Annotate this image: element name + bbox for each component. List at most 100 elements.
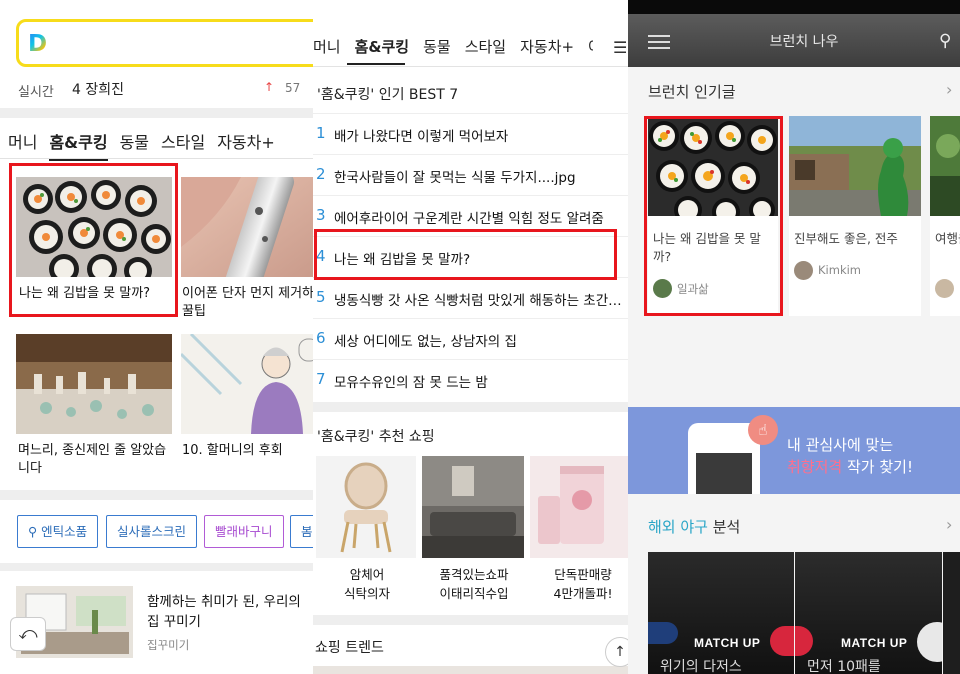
matchup-label: MATCH UP xyxy=(694,636,761,650)
article-caption[interactable]: 이어폰 단자 먼지 제거하는 꿀팁 xyxy=(182,285,313,321)
grandmother-illustration[interactable] xyxy=(181,334,313,434)
rank-number: 6 xyxy=(316,329,326,347)
highlight-box xyxy=(314,229,617,280)
banner-text-rest: 작가 찾기! xyxy=(842,458,913,476)
menu-icon[interactable]: ☰ xyxy=(613,38,627,57)
author-name: Kimkim xyxy=(818,263,861,277)
tab-underline-rule xyxy=(0,158,313,159)
curator-banner[interactable]: ☝ 내 관심사에 맞는 취향저격 작가 찾기! xyxy=(628,407,960,494)
ranking-item[interactable]: 2 한국사람들이 잘 못먹는 식물 두가지....jpg xyxy=(313,155,628,196)
chevron-right-icon[interactable]: › xyxy=(946,515,952,534)
tag-label: 봄 xyxy=(301,524,313,539)
brunch-card[interactable]: 진부해도 좋은, 전주 Kimkim xyxy=(789,116,921,316)
banner-highlight: 취향저격 xyxy=(787,458,843,476)
author-avatar xyxy=(935,279,954,298)
rank-title: 에어후라이어 구운계란 시간별 익힘 정도 알려줌 xyxy=(334,211,604,227)
product-caption[interactable]: 단독판매량 4만개돌파! xyxy=(531,565,628,603)
baseball-title: 먼저 10패를 xyxy=(807,659,881,674)
banner-text-line2: 취향저격 작가 찾기! xyxy=(787,456,913,477)
brunch-card[interactable]: 여행을 괜찮을 xyxy=(930,116,960,316)
jeonju-photo xyxy=(789,116,921,216)
tab-animals[interactable]: 동물 xyxy=(423,36,451,57)
trend-section-title: 쇼핑 트렌드 xyxy=(315,640,384,656)
ranking-item[interactable]: 5 냉동식빵 갓 사온 식빵처럼 맛있게 해동하는 초간단... xyxy=(313,278,628,319)
earphone-jack-photo[interactable] xyxy=(181,177,313,277)
category-tabs: 머니 홈&쿠킹 동물 스타일 자동차+ xyxy=(8,129,287,161)
baseball-card[interactable]: MATCH UP 먼저 10패를 xyxy=(795,552,942,674)
highlight-box xyxy=(644,116,783,316)
popular-section-title: 브런치 인기글 xyxy=(648,83,736,101)
tag-spring[interactable]: 봄 xyxy=(290,515,313,548)
ranking-item[interactable]: 6 세상 어디에도 없는, 상남자의 집 xyxy=(313,319,628,360)
article-caption[interactable]: 10. 할머니의 후회 xyxy=(182,442,313,460)
baseball-section-title: 해외 야구 분석 xyxy=(648,516,740,537)
travel-photo xyxy=(930,116,960,216)
sofa-product-image[interactable] xyxy=(422,456,524,558)
baseball-card[interactable]: MATCH UP 위기의 다저스 xyxy=(648,552,794,674)
tab-car[interactable]: 자동차+ xyxy=(217,129,275,153)
rank-title: 모유수유인의 잠 못 드는 밤 xyxy=(334,375,488,391)
daum-category-panel: 머니홈&쿠킹동물스타일자동차+여행 ☰ '홈&쿠킹' 인기 BEST 7 1배가… xyxy=(313,0,628,674)
armchair-product-image[interactable] xyxy=(316,456,416,558)
card-caption: 여행을 괜찮을 xyxy=(935,231,960,246)
realtime-count: 57 xyxy=(285,81,301,95)
rank-title: 냉동식빵 갓 사온 식빵처럼 맛있게 해동하는 초간단... xyxy=(334,293,626,309)
tag-laundry-basket[interactable]: 빨래바구니 xyxy=(204,515,284,548)
back-arrow-icon: ⤺ xyxy=(18,623,38,644)
search-bar[interactable]: D xyxy=(16,19,313,67)
product-name: 품격있는쇼파 xyxy=(439,567,509,582)
best-section-title: '홈&쿠킹' 인기 BEST 7 xyxy=(317,87,459,103)
section-divider xyxy=(0,490,313,500)
tag-roll-screen[interactable]: 실사롤스크린 xyxy=(106,515,198,548)
tab-money[interactable]: 머니 xyxy=(313,36,341,57)
section-divider xyxy=(313,615,628,625)
ranking-item[interactable]: 7 모유수유인의 잠 못 드는 밤 xyxy=(313,360,628,401)
search-icon: ⚲ xyxy=(28,524,42,539)
card-title[interactable]: 함께하는 취미가 된, 우리의 집 꾸미기 xyxy=(147,592,313,632)
search-icon[interactable]: ⚲ xyxy=(939,31,951,51)
article-caption[interactable]: 며느리, 종신제인 줄 알았습니다 xyxy=(18,442,173,478)
product-caption[interactable]: 품격있는쇼파이태리직수입 xyxy=(422,565,526,603)
tab-style[interactable]: 스타일 xyxy=(465,36,506,57)
tab-money[interactable]: 머니 xyxy=(8,129,37,153)
rank-number: 7 xyxy=(316,370,326,388)
realtime-keyword[interactable]: 4 장희진 xyxy=(72,79,124,99)
section-divider xyxy=(0,563,313,571)
pottery-photo[interactable] xyxy=(16,334,172,434)
back-button[interactable]: ⤺ xyxy=(10,617,46,651)
supplement-product-image[interactable] xyxy=(530,456,628,558)
banner-text-line1: 내 관심사에 맞는 xyxy=(787,436,894,454)
baseball-card[interactable] xyxy=(943,552,960,674)
tab-home-cooking[interactable]: 홈&쿠킹 xyxy=(49,129,108,161)
top-bar: 브런치 나우 ⚲ xyxy=(628,0,960,67)
realtime-label: 실시간 xyxy=(18,85,54,100)
rank-number: 3 xyxy=(316,206,326,224)
matchup-label: MATCH UP xyxy=(841,636,908,650)
rank-number: 1 xyxy=(316,124,326,142)
tab-car[interactable]: 자동차+ xyxy=(520,36,574,57)
rank-up-icon: ↑ xyxy=(264,80,275,94)
rank-title: 세상 어디에도 없는, 상남자의 집 xyxy=(334,334,517,350)
tab-animals[interactable]: 동물 xyxy=(120,129,149,153)
product-desc: 4만개돌파! xyxy=(553,586,613,601)
product-caption[interactable]: 암체어식탁의자 xyxy=(315,565,419,603)
tab-style[interactable]: 스타일 xyxy=(161,129,205,153)
tag-antique[interactable]: ⚲ 엔틱소품 xyxy=(17,515,99,548)
product-desc: 식탁의자 xyxy=(343,586,390,601)
product-name: 암체어 xyxy=(349,567,385,582)
ranking-item[interactable]: 1 배가 나왔다면 이렇게 먹어보자 xyxy=(313,114,628,155)
tab-home-cooking[interactable]: 홈&쿠킹 xyxy=(355,36,409,57)
section-divider xyxy=(0,108,313,118)
card-background xyxy=(943,552,960,674)
tag-label: 실사롤스크린 xyxy=(117,524,187,539)
chevron-right-icon[interactable]: › xyxy=(946,80,952,99)
hand-pointer-icon: ☝ xyxy=(748,415,778,445)
section-title-accent: 해외 야구 xyxy=(648,518,708,536)
card-caption: 진부해도 좋은, 전주 xyxy=(794,231,898,246)
product-desc: 이태리직수입 xyxy=(439,586,509,601)
section-title-rest: 분석 xyxy=(707,518,741,536)
brunch-now-panel: 브런치 나우 ⚲ 브런치 인기글 › 나는 왜 김밥을 못 말까? 일과삶 진부… xyxy=(628,0,960,674)
scroll-top-button[interactable]: ↑ xyxy=(605,637,628,667)
card-source: 집꾸미기 xyxy=(147,638,190,652)
category-tabs: 머니홈&쿠킹동물스타일자동차+여행 xyxy=(313,36,628,65)
